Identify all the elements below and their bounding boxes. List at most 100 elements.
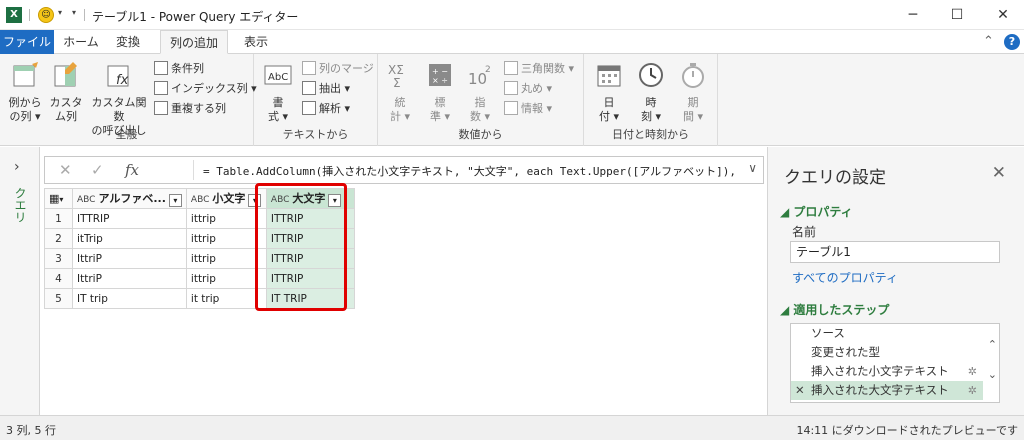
statistics-icon: XΣΣ bbox=[388, 63, 404, 90]
information-button[interactable]: 情報 ▾ bbox=[504, 100, 552, 118]
statistics-button[interactable]: XΣ Σ 統計 ▾ bbox=[382, 60, 418, 124]
format-text-icon: AbC bbox=[264, 65, 292, 85]
group-label: 日付と時刻から bbox=[612, 128, 689, 141]
standard-button[interactable]: + − × ÷ 標準 ▾ bbox=[422, 60, 458, 124]
format-button[interactable]: AbC 書式 ▾ bbox=[258, 60, 298, 124]
exponent-icon: 102 bbox=[468, 65, 491, 88]
formula-input[interactable]: = Table.AddColumn(挿入された小文字テキスト, "大文字", e… bbox=[203, 163, 741, 179]
column-from-examples-icon bbox=[13, 62, 38, 87]
step-changed-type[interactable]: 変更された型 bbox=[791, 343, 983, 362]
row-number[interactable]: 2 bbox=[44, 228, 73, 249]
chevron-down-icon[interactable]: ∨ bbox=[748, 161, 757, 175]
help-icon[interactable]: ? bbox=[1004, 34, 1020, 50]
table-cell[interactable]: IttriP bbox=[72, 268, 187, 289]
extract-icon bbox=[302, 81, 316, 95]
applied-steps-heading[interactable]: ◢ 適用したステップ bbox=[780, 301, 889, 318]
tab-add-column[interactable]: 列の追加 bbox=[160, 30, 228, 54]
scientific-button[interactable]: 10 2 指数 ▾ bbox=[462, 60, 498, 124]
parse-icon bbox=[302, 101, 316, 115]
queries-pane-label: クエリ bbox=[13, 187, 27, 223]
scroll-down-icon[interactable]: ⌄ bbox=[988, 368, 997, 381]
tab-transform[interactable]: 変換 bbox=[108, 30, 148, 54]
step-source[interactable]: ソース bbox=[791, 324, 983, 343]
all-properties-link[interactable]: すべてのプロパティ bbox=[792, 269, 898, 286]
close-button[interactable]: ✕ bbox=[990, 4, 1016, 26]
parse-button[interactable]: 解析 ▾ bbox=[302, 100, 350, 118]
expand-arrow-icon[interactable]: › bbox=[14, 159, 20, 175]
conditional-column-button[interactable]: 条件列 bbox=[154, 60, 204, 78]
quick-access-customize-icon[interactable]: ▾ bbox=[72, 8, 76, 17]
row-number[interactable]: 4 bbox=[44, 268, 73, 289]
table-cell[interactable]: IT trip bbox=[72, 288, 187, 309]
table-icon: ▦ bbox=[49, 192, 60, 205]
rounding-button[interactable]: 丸め ▾ bbox=[504, 80, 552, 98]
tab-view[interactable]: 表示 bbox=[236, 30, 276, 54]
queries-pane[interactable]: › クエリ bbox=[0, 147, 40, 415]
query-name-field[interactable]: テーブル1 bbox=[790, 241, 1000, 263]
trigonometry-button[interactable]: 三角関数 ▾ bbox=[504, 60, 574, 78]
status-row-count: 3 列, 5 行 bbox=[6, 424, 56, 437]
group-label: 全般 bbox=[115, 128, 138, 141]
row-number[interactable]: 3 bbox=[44, 248, 73, 269]
confirm-icon[interactable]: ✓ bbox=[91, 161, 104, 179]
settings-title: クエリの設定 bbox=[784, 168, 886, 188]
feedback-smiley-icon[interactable]: ☺ bbox=[38, 7, 54, 23]
query-settings-pane: クエリの設定 ✕ ◢ プロパティ 名前 テーブル1 すべてのプロパティ ◢ 適用… bbox=[767, 147, 1024, 415]
table-cell[interactable]: IttriP bbox=[72, 248, 187, 269]
status-preview-time: 14:11 にダウンロードされたプレビューです bbox=[796, 424, 1018, 437]
duration-button[interactable]: 期間 ▾ bbox=[674, 60, 712, 124]
group-text: AbC 書式 ▾ 列のマージ 抽出 ▾ 解析 ▾ テキストから bbox=[254, 54, 378, 146]
row-number[interactable]: 5 bbox=[44, 288, 73, 309]
scroll-up-icon[interactable]: ⌃ bbox=[988, 338, 997, 351]
applied-steps-list: ソース 変更された型 挿入された小文字テキスト ✲ ✕ 挿入された大文字テキスト ✲ … bbox=[790, 323, 1000, 403]
calculator-icon: + −× ÷ bbox=[429, 64, 451, 86]
date-button[interactable]: 日付 ▾ bbox=[590, 60, 628, 124]
minimize-button[interactable]: ─ bbox=[900, 4, 926, 26]
svg-text:AbC: AbC bbox=[268, 72, 288, 83]
table-menu-button[interactable]: ▦▾ bbox=[44, 188, 73, 209]
column-from-examples-button[interactable]: 例から の列 ▾ bbox=[6, 60, 44, 124]
duplicate-column-button[interactable]: 重複する列 bbox=[154, 100, 226, 118]
step-inserted-uppercase[interactable]: ✕ 挿入された大文字テキスト ✲ bbox=[791, 381, 983, 400]
row-number[interactable]: 1 bbox=[44, 208, 73, 229]
table-cell[interactable]: ITTRIP bbox=[72, 208, 187, 229]
title-bar: X ☺ ▾ ▾ テーブル1 - Power Query エディター ─ ☐ ✕ bbox=[0, 0, 1024, 30]
time-button[interactable]: 時刻 ▾ bbox=[632, 60, 670, 124]
highlight-annotation bbox=[255, 183, 347, 311]
status-bar: 3 列, 5 行 14:11 にダウンロードされたプレビューです bbox=[0, 415, 1024, 440]
gear-icon[interactable]: ✲ bbox=[968, 362, 977, 381]
group-datetime: 日付 ▾ 時刻 ▾ 期間 ▾ 日付と時刻から bbox=[584, 54, 718, 146]
group-general: 例から の列 ▾ カスタ ム列 fx カスタム関数 の呼び出し 条件列 インデックス列… bbox=[0, 54, 257, 146]
ribbon-tabs: ファイル ホーム 変換 列の追加 表示 ⌃ ? bbox=[0, 30, 1024, 54]
custom-column-icon bbox=[54, 62, 77, 87]
divider bbox=[193, 160, 194, 180]
filter-dropdown-icon[interactable]: ▾ bbox=[168, 194, 182, 207]
tab-file[interactable]: ファイル bbox=[0, 30, 54, 54]
table-cell[interactable]: itTrip bbox=[72, 228, 187, 249]
step-inserted-lowercase[interactable]: 挿入された小文字テキスト ✲ bbox=[791, 362, 983, 381]
chevron-up-icon[interactable]: ⌃ bbox=[983, 34, 994, 49]
rounding-icon bbox=[504, 81, 518, 95]
merge-columns-button[interactable]: 列のマージ bbox=[302, 60, 374, 78]
close-icon[interactable]: ✕ bbox=[992, 163, 1006, 183]
svg-text:2: 2 bbox=[485, 65, 491, 75]
cancel-icon[interactable]: ✕ bbox=[59, 161, 72, 179]
properties-heading[interactable]: ◢ プロパティ bbox=[780, 203, 853, 220]
gear-icon[interactable]: ✲ bbox=[968, 381, 977, 400]
conditional-column-icon bbox=[154, 61, 168, 75]
function-icon: fx bbox=[107, 65, 129, 88]
function-icon[interactable]: fx bbox=[125, 161, 139, 179]
maximize-button[interactable]: ☐ bbox=[944, 4, 970, 26]
custom-column-button[interactable]: カスタ ム列 bbox=[48, 60, 84, 124]
extract-button[interactable]: 抽出 ▾ bbox=[302, 80, 350, 98]
group-number: XΣ Σ 統計 ▾ + − × ÷ 標準 ▾ 10 2 指数 ▾ 三角関数 ▾ 丸め … bbox=[378, 54, 584, 146]
svg-text:+ −: + − bbox=[432, 67, 448, 76]
delete-step-icon[interactable]: ✕ bbox=[795, 381, 805, 400]
chevron-down-icon[interactable]: ▾ bbox=[58, 8, 62, 17]
stopwatch-icon bbox=[682, 63, 704, 88]
tab-home[interactable]: ホーム bbox=[58, 30, 104, 54]
svg-text:× ÷: × ÷ bbox=[432, 76, 448, 85]
text-type-icon: ABC bbox=[190, 195, 210, 205]
column-header-alphabet[interactable]: ABC アルファベ... ▾ bbox=[72, 188, 187, 209]
index-column-button[interactable]: インデックス列 ▾ bbox=[154, 80, 257, 98]
